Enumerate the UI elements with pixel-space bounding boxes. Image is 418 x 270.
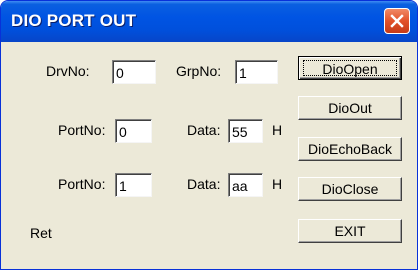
dio-echo-back-button[interactable]: DioEchoBack bbox=[298, 137, 402, 161]
drvno-label: DrvNo: bbox=[46, 63, 90, 79]
ret-label: Ret bbox=[30, 225, 52, 241]
drvno-input[interactable]: 0 bbox=[112, 60, 156, 84]
hex-suffix-1: H bbox=[272, 122, 283, 138]
dio-out-button[interactable]: DioOut bbox=[298, 96, 402, 120]
portno-input-2[interactable]: 1 bbox=[115, 173, 152, 197]
exit-button[interactable]: EXIT bbox=[298, 219, 402, 243]
dio-close-button[interactable]: DioClose bbox=[298, 177, 402, 201]
dio-open-button[interactable]: DioOpen bbox=[298, 56, 402, 80]
data-input-1[interactable]: 55 bbox=[228, 119, 263, 143]
data-input-2[interactable]: aa bbox=[228, 173, 263, 197]
close-icon bbox=[390, 14, 404, 28]
data-label-2: Data: bbox=[187, 176, 221, 192]
grpno-input[interactable]: 1 bbox=[235, 60, 278, 84]
data-label-1: Data: bbox=[187, 122, 221, 138]
dio-port-out-window: DIO PORT OUT DrvNo: 0 GrpNo: 1 PortNo: 0… bbox=[0, 0, 418, 270]
grpno-label: GrpNo: bbox=[176, 63, 222, 79]
dialog-body: DrvNo: 0 GrpNo: 1 PortNo: 0 Data: 55 H P… bbox=[4, 42, 414, 266]
hex-suffix-2: H bbox=[272, 176, 283, 192]
window-title: DIO PORT OUT bbox=[11, 11, 137, 30]
close-button[interactable] bbox=[384, 8, 410, 34]
dio-open-button-label: DioOpen bbox=[303, 60, 397, 77]
portno-label-2: PortNo: bbox=[58, 176, 106, 192]
portno-label-1: PortNo: bbox=[58, 122, 106, 138]
portno-input-1[interactable]: 0 bbox=[115, 119, 152, 143]
title-bar[interactable]: DIO PORT OUT bbox=[1, 1, 417, 42]
